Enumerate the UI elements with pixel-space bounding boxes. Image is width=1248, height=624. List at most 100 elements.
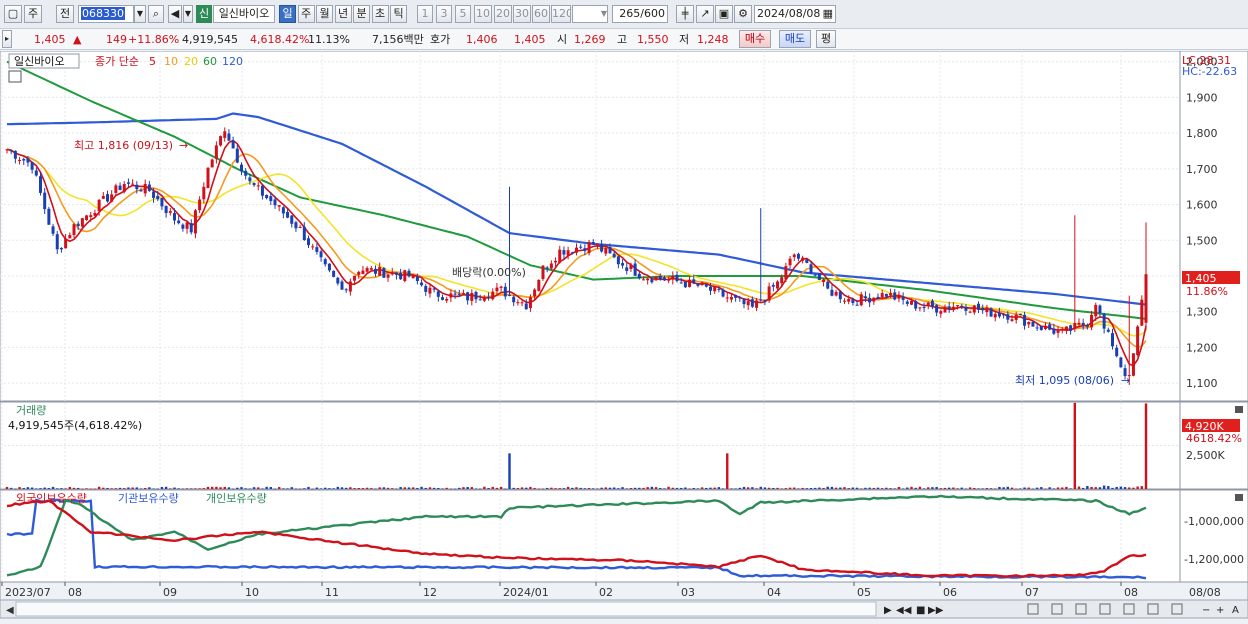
candle-body bbox=[424, 285, 428, 292]
count-input[interactable]: 265/600 bbox=[612, 5, 668, 23]
count-button-3[interactable]: 3 bbox=[436, 5, 452, 23]
candle-body bbox=[822, 279, 826, 283]
candle-body bbox=[219, 136, 223, 146]
interval-button-6[interactable]: 틱 bbox=[390, 5, 407, 23]
count-button-30[interactable]: 30 bbox=[513, 5, 531, 23]
candle-body bbox=[826, 281, 830, 289]
volume-bar bbox=[709, 487, 712, 489]
interval-button-4[interactable]: 분 bbox=[353, 5, 370, 23]
volume-bar bbox=[47, 488, 51, 489]
first-icon[interactable]: ◀◀ bbox=[896, 605, 912, 616]
candle-body bbox=[541, 265, 545, 279]
auto-icon[interactable]: A bbox=[1232, 605, 1239, 616]
volume-bar bbox=[453, 488, 457, 490]
volume-bar bbox=[675, 487, 679, 489]
candle-body bbox=[348, 281, 352, 292]
volume-bar bbox=[399, 487, 402, 489]
sell-button[interactable]: 매도 bbox=[779, 30, 811, 48]
candle-body bbox=[796, 253, 800, 259]
scroll-right-icon[interactable]: ▶ bbox=[884, 605, 892, 616]
quote-volume-pct: 4,618.42% bbox=[250, 33, 310, 46]
candle-body bbox=[943, 307, 947, 313]
candle-style-icon[interactable]: ╪ bbox=[676, 5, 694, 23]
holdings-legend-foreign: 외국인보유수량 bbox=[16, 492, 87, 505]
volume-bar bbox=[353, 488, 356, 489]
count-button-20[interactable]: 20 bbox=[494, 5, 512, 23]
interval-button-2[interactable]: 월 bbox=[316, 5, 333, 23]
speaker-dropdown-icon[interactable]: ▼ bbox=[183, 5, 193, 23]
code-dropdown-icon[interactable]: ▼ bbox=[134, 5, 146, 23]
save-icon[interactable]: ▣ bbox=[715, 5, 733, 23]
candle-body bbox=[411, 274, 415, 279]
volume-bar bbox=[914, 487, 917, 489]
volume-bar bbox=[1107, 486, 1110, 489]
interval-button-1[interactable]: 주 bbox=[297, 5, 315, 23]
volume-bar bbox=[152, 488, 155, 490]
volume-bar bbox=[164, 486, 168, 489]
interval-button-0[interactable]: 일 bbox=[279, 5, 296, 23]
date-input[interactable]: 2024/08/08 ▦ bbox=[754, 5, 836, 23]
speaker-icon[interactable]: ◀ bbox=[168, 5, 182, 23]
volume-bar bbox=[9, 487, 13, 489]
volume-bar bbox=[106, 487, 109, 489]
candle-body bbox=[981, 307, 985, 310]
quote-menu-icon[interactable]: ▸ bbox=[2, 30, 12, 48]
candle-body bbox=[252, 182, 256, 186]
count-button-1[interactable]: 1 bbox=[417, 5, 433, 23]
candle-body bbox=[629, 264, 633, 270]
interval-button-5[interactable]: 초 bbox=[371, 5, 389, 23]
code-input[interactable]: 068330 bbox=[78, 5, 134, 23]
zoom-out-icon[interactable]: − bbox=[1202, 605, 1210, 616]
volume-bar bbox=[897, 486, 901, 489]
volume-bar bbox=[215, 486, 218, 489]
interval-button-3[interactable]: 년 bbox=[334, 5, 352, 23]
candle-body bbox=[575, 247, 578, 253]
quote-low-label: 저 bbox=[679, 33, 690, 46]
period-prev-button[interactable]: 전 bbox=[56, 5, 74, 23]
count-button-5[interactable]: 5 bbox=[455, 5, 471, 23]
count-select[interactable]: ▼ bbox=[572, 5, 608, 23]
count-button-60[interactable]: 60 bbox=[532, 5, 550, 23]
candle-body bbox=[591, 242, 595, 245]
volume-bar bbox=[156, 488, 159, 490]
buy-button[interactable]: 매수 bbox=[739, 30, 771, 48]
eval-button[interactable]: 평 bbox=[816, 30, 836, 48]
candle-body bbox=[22, 159, 26, 161]
volume-bar bbox=[391, 488, 394, 489]
volume-bar bbox=[315, 487, 319, 489]
zoom-in-icon[interactable]: + bbox=[1216, 605, 1224, 616]
volume-bar bbox=[378, 487, 381, 489]
candle-body bbox=[570, 252, 574, 254]
candle-body bbox=[110, 194, 114, 202]
volume-bar bbox=[1073, 402, 1077, 489]
scroll-left-icon[interactable]: ◀ bbox=[6, 605, 14, 616]
draw-tool-icon[interactable]: ↗ bbox=[696, 5, 714, 23]
gear-icon[interactable]: ⚙ bbox=[734, 5, 752, 23]
count-button-10[interactable]: 10 bbox=[474, 5, 492, 23]
volume-close-icon[interactable] bbox=[1235, 406, 1243, 413]
table-icon[interactable] bbox=[8, 70, 22, 83]
candle-body bbox=[1140, 299, 1144, 326]
stop-icon[interactable]: ■ bbox=[916, 605, 925, 616]
layout-icon[interactable]: ▢ bbox=[4, 5, 22, 23]
scroll-thumb[interactable] bbox=[15, 601, 877, 617]
period-type-button[interactable]: 주 bbox=[24, 5, 42, 23]
candle-body bbox=[206, 167, 210, 189]
volume-bar bbox=[1136, 486, 1139, 489]
volume-bar bbox=[642, 487, 645, 489]
volume-bar bbox=[118, 487, 122, 489]
count-button-120[interactable]: 120 bbox=[551, 5, 571, 23]
calendar-icon[interactable]: ▦ bbox=[823, 6, 833, 22]
candle-body bbox=[131, 183, 135, 185]
holdings-close-icon[interactable] bbox=[1235, 494, 1243, 501]
search-icon[interactable]: ⌕ bbox=[148, 5, 164, 23]
volume-bar bbox=[432, 487, 436, 489]
volume-bar bbox=[625, 488, 628, 489]
candle-body bbox=[461, 293, 465, 295]
volume-bar bbox=[763, 487, 767, 489]
last-icon[interactable]: ▶▶ bbox=[928, 605, 944, 616]
candle-body bbox=[566, 250, 570, 256]
candle-body bbox=[260, 185, 264, 196]
candle-body bbox=[482, 298, 486, 301]
candle-body bbox=[210, 159, 214, 168]
